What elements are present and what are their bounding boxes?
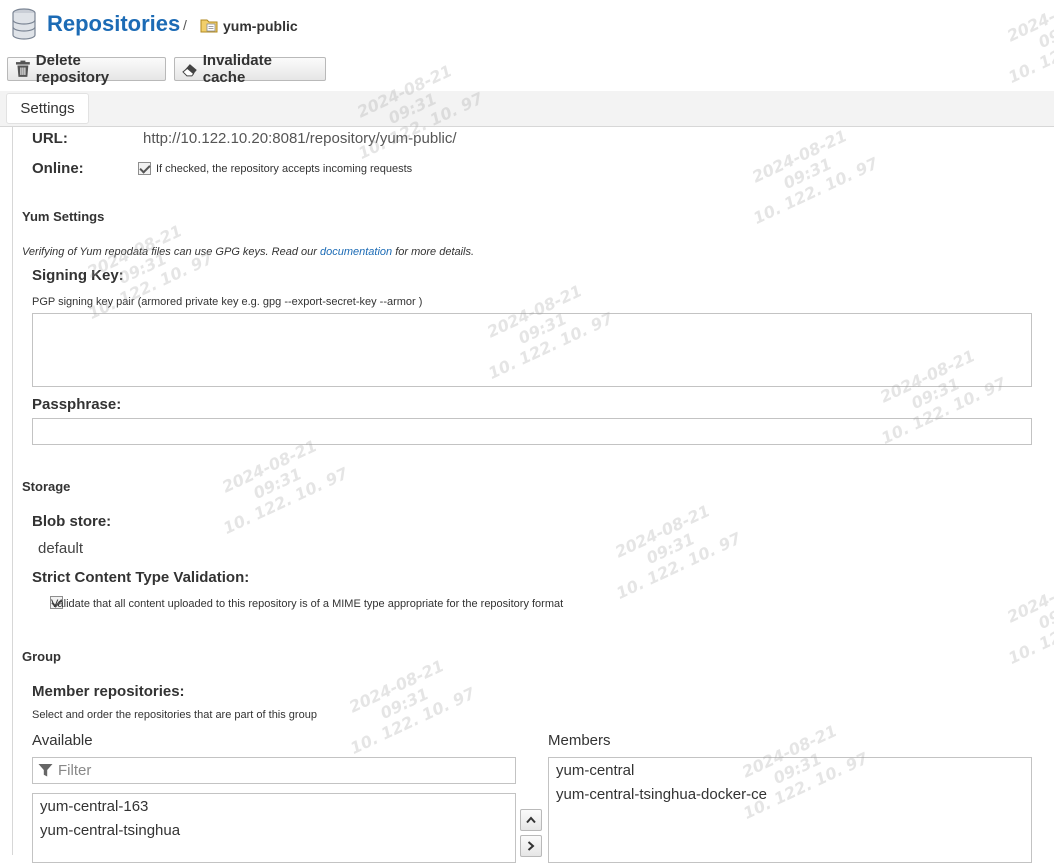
filter-placeholder: Filter xyxy=(58,762,92,779)
chevron-right-icon xyxy=(527,841,535,851)
member-repositories-help: Select and order the repositories that a… xyxy=(32,709,317,721)
available-label: Available xyxy=(32,732,93,749)
tab-settings[interactable]: Settings xyxy=(6,93,89,124)
tab-bar: Settings xyxy=(0,91,1054,127)
invalidate-cache-label: Invalidate cache xyxy=(202,52,272,86)
invalidate-cache-button[interactable]: Invalidate cache xyxy=(174,52,326,86)
member-item[interactable]: yum-central-tsinghua-docker-ce xyxy=(549,783,1031,807)
breadcrumb-separator: / xyxy=(183,17,187,33)
member-item[interactable]: yum-central xyxy=(549,759,1031,783)
online-help: If checked, the repository accepts incom… xyxy=(156,163,413,175)
trash-icon xyxy=(15,60,30,77)
documentation-link[interactable]: documentation xyxy=(320,246,392,258)
signing-key-textarea[interactable] xyxy=(32,313,1032,387)
url-label: URL: xyxy=(32,130,68,147)
page-header: Repositories / yum-public xyxy=(0,0,1054,50)
online-label: Online: xyxy=(32,160,84,177)
database-icon xyxy=(12,8,36,40)
delete-repository-label: Delete repository xyxy=(35,52,110,86)
yum-note: Verifying of Yum repodata files can use … xyxy=(22,246,474,258)
members-label: Members xyxy=(548,732,611,749)
yum-note-suffix: for more details. xyxy=(392,246,475,258)
yum-note-prefix: Verifying of Yum repodata files can use … xyxy=(22,246,320,258)
passphrase-input[interactable] xyxy=(32,418,1032,445)
group-heading: Group xyxy=(22,649,61,664)
filter-field[interactable]: Filter xyxy=(32,757,516,784)
passphrase-label: Passphrase: xyxy=(32,396,122,413)
delete-repository-button[interactable]: Delete repository xyxy=(7,52,166,86)
online-checkbox[interactable] xyxy=(138,162,151,175)
signing-key-help: PGP signing key pair (armored private ke… xyxy=(32,296,423,308)
page-title[interactable]: Repositories xyxy=(47,11,180,37)
yum-settings-heading: Yum Settings xyxy=(22,209,105,224)
strict-validation-label: Strict Content Type Validation: xyxy=(32,569,250,586)
filter-icon xyxy=(38,764,53,777)
settings-panel: URL: http://10.122.10.20:8081/repository… xyxy=(12,127,1054,863)
available-item[interactable]: yum-central-tsinghua xyxy=(33,819,515,843)
eraser-icon xyxy=(182,64,197,77)
available-list[interactable]: yum-central-163 yum-central-tsinghua xyxy=(32,793,516,863)
add-to-members-button[interactable] xyxy=(520,835,542,857)
folder-repo-icon xyxy=(200,19,218,33)
url-value: http://10.122.10.20:8081/repository/yum-… xyxy=(143,130,457,147)
signing-key-label: Signing Key: xyxy=(32,267,124,284)
move-up-button[interactable] xyxy=(520,809,542,831)
members-list[interactable]: yum-central yum-central-tsinghua-docker-… xyxy=(548,757,1032,863)
breadcrumb-current: yum-public xyxy=(223,18,298,34)
chevron-up-icon xyxy=(526,816,536,824)
storage-heading: Storage xyxy=(22,479,71,494)
available-item[interactable]: yum-central-163 xyxy=(33,795,515,819)
strict-validation-help: Validate that all content uploaded to th… xyxy=(51,598,564,610)
blob-store-value: default xyxy=(38,540,84,557)
blob-store-label: Blob store: xyxy=(32,513,112,530)
member-repositories-label: Member repositories: xyxy=(32,683,185,700)
